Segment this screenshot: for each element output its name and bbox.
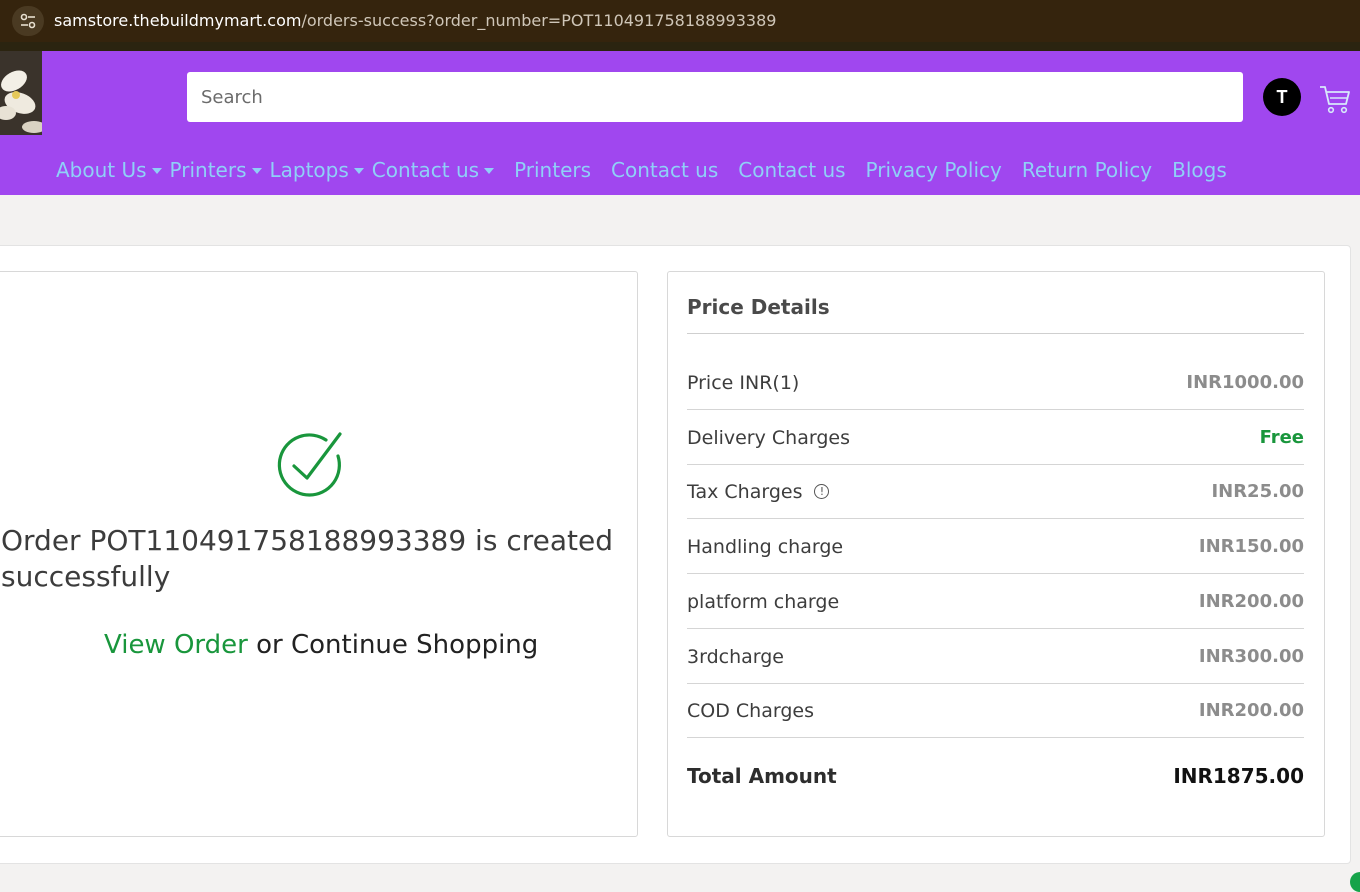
cod-row: COD Charges INR200.00 xyxy=(687,684,1304,738)
nav-contact-us-dropdown[interactable]: Contact us xyxy=(371,158,495,182)
total-value: INR1875.00 xyxy=(1173,764,1304,788)
nav-label: Contact us xyxy=(738,158,846,182)
tax-row-label-wrap: Tax Charges! xyxy=(687,480,830,503)
handling-row-value: INR150.00 xyxy=(1198,536,1304,557)
cart-button[interactable] xyxy=(1318,83,1352,115)
order-actions: View Order or Continue Shopping xyxy=(104,630,538,660)
nav-printers[interactable]: Printers xyxy=(514,158,591,182)
total-label: Total Amount xyxy=(687,764,837,788)
third-charge-row: 3rdcharge INR300.00 xyxy=(687,630,1304,684)
nav-label: Contact us xyxy=(371,158,480,182)
nav-label: Contact us xyxy=(611,158,719,182)
delivery-row: Delivery Charges Free xyxy=(687,411,1304,465)
delivery-row-value: Free xyxy=(1259,427,1304,448)
avatar-initial: T xyxy=(1276,86,1288,107)
order-success-message: Order POT110491758188993389 is created s… xyxy=(1,524,613,593)
site-logo[interactable] xyxy=(0,51,42,135)
nav-label: Return Policy xyxy=(1021,158,1153,182)
third-charge-row-value: INR300.00 xyxy=(1198,646,1304,667)
nav-printers-dropdown[interactable]: Printers xyxy=(170,158,262,182)
nav-label: Printers xyxy=(169,158,247,182)
url-field[interactable]: samstore.thebuildmymart.com/orders-succe… xyxy=(54,11,776,30)
user-avatar[interactable]: T xyxy=(1263,78,1301,116)
nav-contact-us[interactable]: Contact us xyxy=(611,158,718,182)
nav-privacy-policy[interactable]: Privacy Policy xyxy=(866,158,1002,182)
platform-row: platform charge INR200.00 xyxy=(687,575,1304,629)
price-details-title: Price Details xyxy=(687,295,830,319)
tune-icon xyxy=(20,13,36,29)
nav-blogs[interactable]: Blogs xyxy=(1172,158,1227,182)
price-row: Price INR(1) INR1000.00 xyxy=(687,356,1304,410)
delivery-row-label: Delivery Charges xyxy=(687,426,850,449)
url-path: /orders-success?order_number=POT11049175… xyxy=(301,11,777,30)
price-details-divider xyxy=(687,333,1304,334)
nav-about-us[interactable]: About Us xyxy=(56,158,162,182)
flower-logo-icon xyxy=(0,51,42,135)
nav-label: Laptops xyxy=(269,158,349,182)
url-domain: samstore.thebuildmymart.com xyxy=(54,11,302,30)
nav-contact-us-2[interactable]: Contact us xyxy=(738,158,845,182)
third-charge-row-label: 3rdcharge xyxy=(687,645,784,668)
nav-laptops-dropdown[interactable]: Laptops xyxy=(270,158,364,182)
total-row: Total Amount INR1875.00 xyxy=(687,758,1304,794)
price-row-label: Price INR(1) xyxy=(687,371,800,394)
handling-row: Handling charge INR150.00 xyxy=(687,520,1304,574)
caret-down-icon xyxy=(484,168,495,174)
handling-row-label: Handling charge xyxy=(687,535,844,558)
tax-row: Tax Charges! INR25.00 xyxy=(687,465,1304,519)
site-header: T About Us Printers Laptops Contact us P… xyxy=(0,51,1360,195)
platform-row-label: platform charge xyxy=(687,590,840,613)
success-check-icon xyxy=(277,432,342,497)
nav-label: About Us xyxy=(56,158,147,182)
main-nav: About Us Printers Laptops Contact us Pri… xyxy=(56,155,1247,185)
browser-address-bar: samstore.thebuildmymart.com/orders-succe… xyxy=(0,0,1360,42)
nav-label: Privacy Policy xyxy=(865,158,1002,182)
or-text: or xyxy=(256,630,283,660)
info-icon[interactable]: ! xyxy=(814,484,830,499)
price-row-value: INR1000.00 xyxy=(1186,372,1304,393)
cart-icon xyxy=(1320,86,1350,114)
caret-down-icon xyxy=(251,168,262,174)
nav-return-policy[interactable]: Return Policy xyxy=(1022,158,1152,182)
search-input[interactable] xyxy=(187,72,1243,122)
cod-row-value: INR200.00 xyxy=(1198,700,1304,721)
caret-down-icon xyxy=(353,168,364,174)
floating-chat-button[interactable] xyxy=(1350,872,1360,892)
tax-row-value: INR25.00 xyxy=(1211,481,1304,502)
continue-shopping-link[interactable]: Continue Shopping xyxy=(291,630,538,660)
tax-row-label: Tax Charges xyxy=(687,480,803,503)
site-info-button[interactable] xyxy=(12,6,44,36)
nav-label: Blogs xyxy=(1172,158,1227,182)
nav-label: Printers xyxy=(514,158,592,182)
view-order-link[interactable]: View Order xyxy=(104,630,248,660)
platform-row-value: INR200.00 xyxy=(1198,591,1304,612)
caret-down-icon xyxy=(151,168,162,174)
cod-row-label: COD Charges xyxy=(687,699,814,722)
browser-divider xyxy=(0,42,1360,51)
